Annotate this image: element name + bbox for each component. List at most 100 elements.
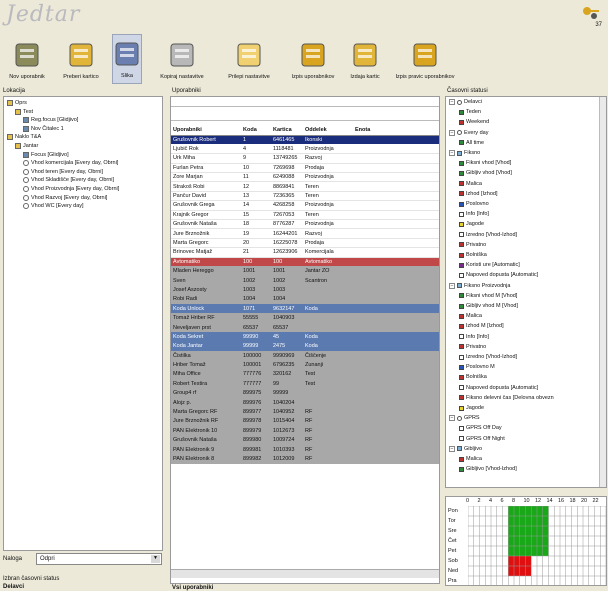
status-item[interactable]: Poslovno M xyxy=(459,364,495,370)
table-row[interactable]: PAN Elektronik 8 899982 1012009 RF xyxy=(171,454,439,464)
table-row[interactable]: Grušovnik Grega 14 4268258 Proizvodnja xyxy=(171,200,439,211)
schedule-cell[interactable] xyxy=(537,516,543,526)
status-item[interactable]: Izredno [Vhod-Izhod] xyxy=(459,232,517,238)
schedule-cell[interactable] xyxy=(514,536,520,546)
tree-node[interactable]: Vhod Razvoj [Every day, Obrni] xyxy=(23,194,107,201)
table-row[interactable]: Tomaž Hriber RF 55555 1040903 xyxy=(171,313,439,323)
table-row[interactable]: Grušovnik Nataša 18 8776287 Proizvodnja xyxy=(171,219,439,229)
delete-card-button[interactable]: Izdaja kartic xyxy=(342,34,388,84)
keys-icon[interactable] xyxy=(582,6,600,20)
table-row[interactable]: Zore Marjan 11 6249088 Proizvodnja xyxy=(171,172,439,182)
schedule-cell[interactable] xyxy=(542,536,549,546)
table-row[interactable]: Robert Testira 777777 99 Test xyxy=(171,379,439,389)
table-row[interactable]: Group4 rf 899975 99999 xyxy=(171,388,439,398)
table-row[interactable]: Ljubič Rok 4 1118481 Proizvodnja xyxy=(171,144,439,154)
expand-icon[interactable]: − xyxy=(449,99,455,105)
column-header[interactable]: Oddelek xyxy=(303,125,353,136)
schedule-cell[interactable] xyxy=(508,546,514,556)
status-item[interactable]: − Gibljivo xyxy=(449,445,482,452)
column-header[interactable]: Enota xyxy=(353,125,439,136)
paste-settings-button[interactable]: Prilepi nastavitve xyxy=(218,34,280,84)
status-item[interactable]: All time xyxy=(459,140,484,146)
tree-node[interactable]: Nov Čitalec 1 xyxy=(23,125,64,132)
status-item[interactable]: Gibljiv vhod [Vhod] xyxy=(459,170,512,176)
status-item[interactable]: Info [Info] xyxy=(459,334,489,340)
status-item[interactable]: Bolniška xyxy=(459,252,487,258)
users-grid[interactable]: Uporabniki Koda Kartica Oddelek Enota Grušovn… xyxy=(170,96,440,584)
status-item[interactable]: Malica xyxy=(459,181,482,187)
tree-node[interactable]: Oprs xyxy=(7,100,27,106)
table-row[interactable]: Marta Gregorc 20 16225078 Prodaja xyxy=(171,238,439,248)
schedule-cell[interactable] xyxy=(525,566,532,576)
status-item[interactable]: Teden xyxy=(459,109,481,115)
table-row[interactable]: Koda Unlock 1071 9632147 Koda xyxy=(171,304,439,314)
filter-input-row[interactable] xyxy=(171,107,439,121)
schedule-cell[interactable] xyxy=(537,506,543,516)
table-row[interactable]: Avtomatiko 100 100 Avtomatiko xyxy=(171,257,439,267)
horizontal-scrollbar[interactable] xyxy=(171,569,439,578)
tree-node[interactable]: Vhod teren [Every day, Obrni] xyxy=(23,168,103,175)
status-item[interactable]: Privatno xyxy=(459,242,486,248)
status-item[interactable]: Koristi ure [Automatic] xyxy=(459,262,520,268)
table-row[interactable]: Čistilka 100000 9990969 Čiščenje xyxy=(171,350,439,361)
schedule-cell[interactable] xyxy=(514,516,520,526)
table-row[interactable]: Josef Aszosty 1003 1003 xyxy=(171,285,439,295)
status-item[interactable]: Napoved dopusta [Automatic] xyxy=(459,272,538,278)
new-user-button[interactable]: Nov uporabnik xyxy=(4,34,50,84)
tree-node[interactable]: Naklo T&A xyxy=(7,134,41,141)
schedule-cell[interactable] xyxy=(531,506,537,516)
status-item[interactable]: − Delavci xyxy=(449,99,482,105)
schedule-cell[interactable] xyxy=(514,566,520,576)
status-item[interactable]: Malica xyxy=(459,313,482,319)
schedule-cell[interactable] xyxy=(514,506,520,516)
schedule-cell[interactable] xyxy=(514,556,520,566)
table-row[interactable]: Alojz p. 899976 1040204 xyxy=(171,397,439,408)
status-item[interactable]: Info [Info] xyxy=(459,211,489,217)
tree-node[interactable]: Test xyxy=(15,108,33,115)
delete-rights-button[interactable]: Izpis pravic uporabnikov xyxy=(392,34,458,84)
schedule-cell[interactable] xyxy=(531,546,537,556)
schedule-cell[interactable] xyxy=(519,566,526,576)
schedule-cell[interactable] xyxy=(525,536,532,546)
status-item[interactable]: Malica xyxy=(459,456,482,462)
delete-users-button[interactable]: Izpis uporabnikov xyxy=(286,34,340,84)
table-row[interactable]: Miha Office 777776 320162 Test xyxy=(171,369,439,380)
table-row[interactable]: Koda Jantar 99999 2475 Koda xyxy=(171,341,439,351)
status-item[interactable]: − Fiksno xyxy=(449,150,480,156)
table-row[interactable]: Krajnik Gregor 15 7267053 Teren xyxy=(171,210,439,220)
schedule-cell[interactable] xyxy=(525,506,532,516)
schedule-cell[interactable] xyxy=(531,526,537,536)
table-row[interactable]: Mladen Hereggo 1001 1001 Jantar ZO xyxy=(171,266,439,276)
tree-node[interactable]: Vhod komercijala [Every day, Obrni] xyxy=(23,160,118,167)
image-button[interactable]: Slika xyxy=(112,34,142,84)
expand-icon[interactable]: − xyxy=(449,150,455,156)
tree-node[interactable]: Vhod Skladišče [Every day, Obrni] xyxy=(23,177,114,184)
table-row[interactable]: Neveljaven prst 65537 65537 xyxy=(171,322,439,333)
schedule-cell[interactable] xyxy=(508,536,514,546)
tree-node[interactable]: Vhod Proizvodnja [Every day, Obrni] xyxy=(23,186,119,192)
schedule-cell[interactable] xyxy=(508,506,514,516)
task-select[interactable]: Odpri ▼ xyxy=(36,553,162,565)
status-item[interactable]: Fiksni vhod M [Vhod] xyxy=(459,293,517,299)
schedule-cell[interactable] xyxy=(519,526,526,536)
expand-icon[interactable]: − xyxy=(449,445,455,452)
tree-node[interactable]: Reg.focus [Glidjivo] xyxy=(23,117,78,124)
table-row[interactable]: Grušovnik Nataša 899980 1009724 RF xyxy=(171,435,439,445)
schedule-cell[interactable] xyxy=(508,526,514,536)
copy-settings-button[interactable]: Kopiraj nastavitve xyxy=(152,34,212,84)
schedule-cell[interactable] xyxy=(514,526,520,536)
table-row[interactable]: Hriber Tomaž 100001 6796235 Zunanji xyxy=(171,360,439,370)
table-row[interactable]: PAN Elektronik 9 899981 1010393 RF xyxy=(171,444,439,455)
tree-node[interactable]: Focus [Glidjivo] xyxy=(23,151,69,158)
schedule-cell[interactable] xyxy=(519,546,526,556)
status-item[interactable]: Poslovno xyxy=(459,201,489,207)
schedule-cell[interactable] xyxy=(508,566,514,576)
table-row[interactable]: Strakoš Robi 12 8869841 Teren xyxy=(171,181,439,192)
vertical-scrollbar[interactable] xyxy=(599,97,606,487)
expand-icon[interactable]: − xyxy=(449,129,455,136)
table-row[interactable]: Robi Radi 1004 1004 xyxy=(171,294,439,305)
table-row[interactable]: Grušovnik Robert 1 6461465 Ikonski xyxy=(171,135,439,145)
schedule-cell[interactable] xyxy=(519,556,526,566)
status-item[interactable]: Izhod M [Izhod] xyxy=(459,323,504,329)
schedule-cell[interactable] xyxy=(525,546,532,556)
